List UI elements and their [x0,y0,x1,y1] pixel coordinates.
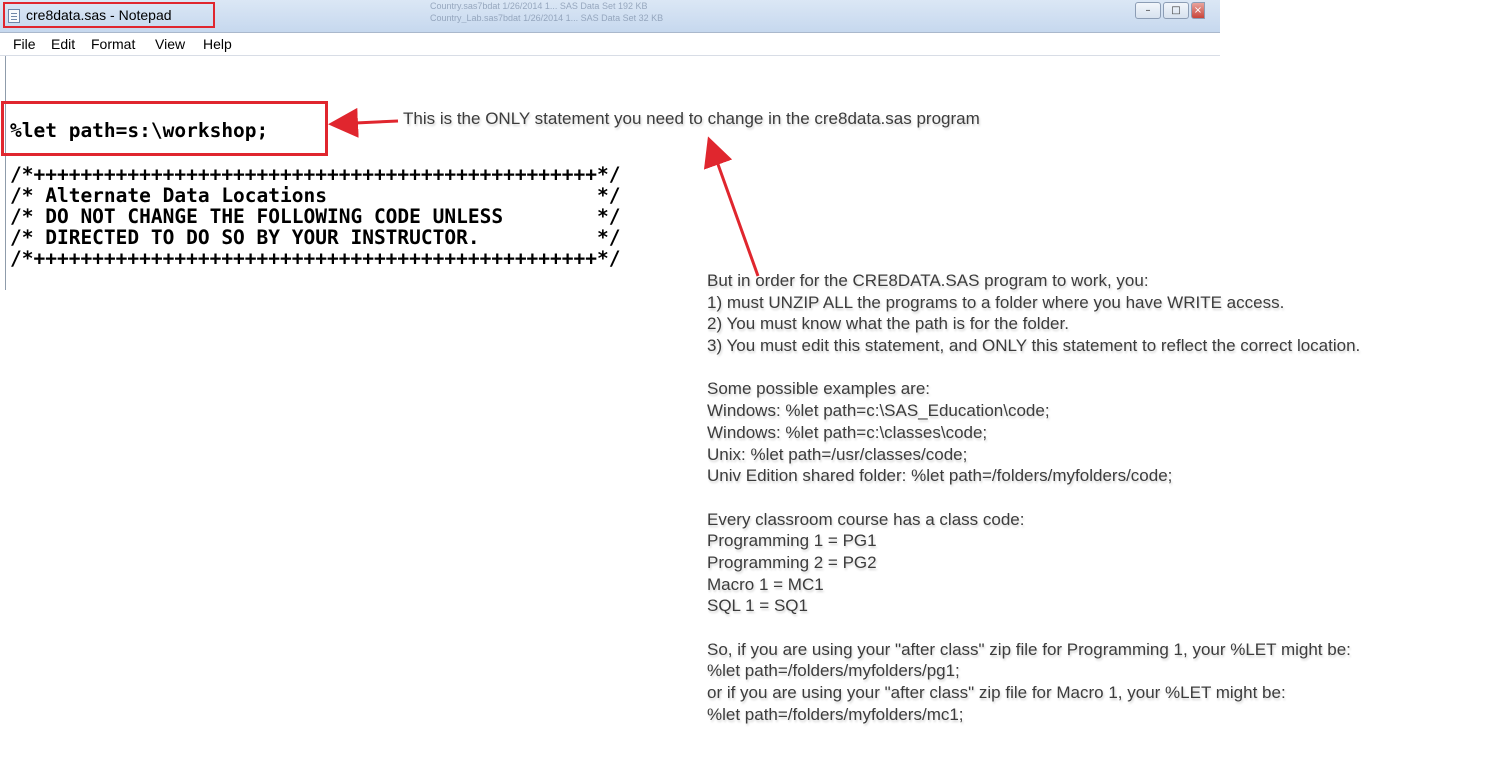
instruction-line: %let path=/folders/myfolders/pg1; [707,661,960,681]
instruction-line: %let path=/folders/myfolders/mc1; [707,704,964,724]
instruction-line: Programming 2 = PG2 [707,552,877,572]
instruction-line: But in order for the CRE8DATA.SAS progra… [707,271,1149,290]
instruction-line: 3) You must edit this statement, and ONL… [707,336,1361,356]
instruction-line: Macro 1 = MC1 [707,574,824,594]
instruction-line: Some possible examples are: [707,379,931,399]
instruction-line: SQL 1 = SQ1 [707,596,808,616]
instruction-line: 2) You must know what the path is for th… [707,314,1069,334]
instruction-line [707,487,1360,509]
instruction-line: Every classroom course has a class code: [707,509,1025,529]
top-annotation-note: This is the ONLY statement you need to c… [403,109,980,128]
instruction-line: or if you are using your "after class" z… [707,683,1286,703]
instruction-line [707,357,1360,379]
arrow-to-let-statement [328,107,399,138]
instruction-line: Unix: %let path=/usr/classes/code; [707,444,968,464]
instruction-line: Univ Edition shared folder: %let path=/f… [707,466,1173,486]
instruction-line: Programming 1 = PG1 [707,531,877,551]
instruction-line: So, if you are using your "after class" … [707,639,1351,659]
arrow-to-top-note [703,136,760,277]
instruction-notes: But in order for the CRE8DATA.SAS progra… [707,270,1360,725]
instruction-line: Windows: %let path=c:\SAS_Education\code… [707,401,1050,421]
instruction-line [707,617,1360,639]
instruction-line: Windows: %let path=c:\classes\code; [707,422,988,442]
instruction-line: 1) must UNZIP ALL the programs to a fold… [707,292,1285,312]
